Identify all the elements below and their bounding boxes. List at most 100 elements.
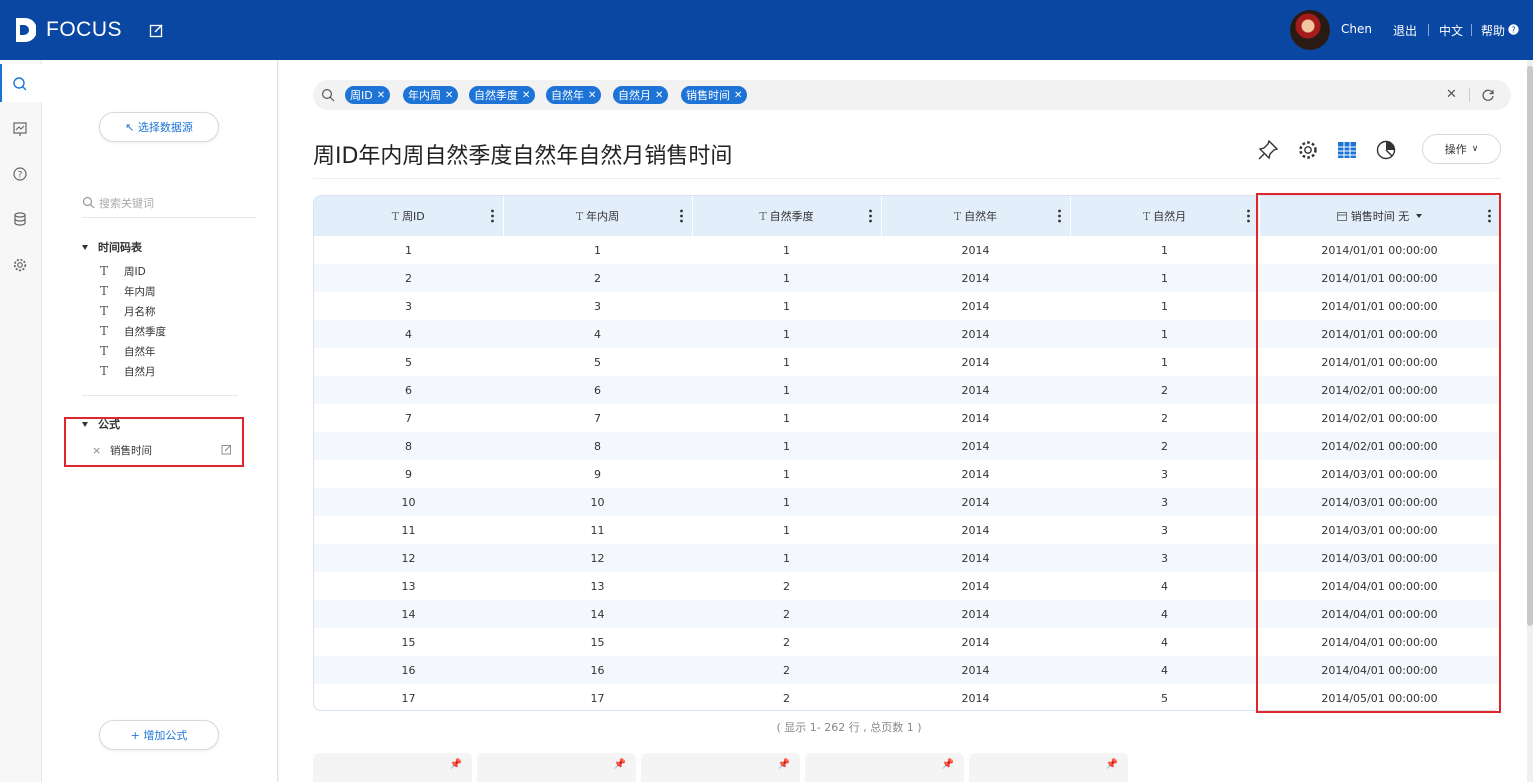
focus-logo[interactable]: FOCUS	[14, 16, 122, 44]
pin-icon[interactable]: 📌	[450, 759, 462, 770]
table-cell: 1	[783, 243, 790, 257]
field-item[interactable]: T 自然季度	[100, 323, 166, 339]
settings-icon[interactable]	[1297, 139, 1319, 161]
table-cell: 1	[692, 376, 881, 404]
search-chip[interactable]: 销售时间 ✕	[681, 86, 748, 104]
keyword-search[interactable]: 搜索关键词	[82, 188, 257, 218]
suggestion-card[interactable]: 📌	[477, 753, 636, 782]
suggestion-card[interactable]: 📌	[641, 753, 800, 782]
clear-search-icon[interactable]: ✕	[1446, 87, 1457, 102]
table-row: 9 9 1 2014 3 2014/03/01 00:00:00	[314, 460, 1500, 488]
search-chip[interactable]: 自然年 ✕	[546, 86, 602, 104]
pin-icon[interactable]	[1257, 139, 1279, 161]
close-icon[interactable]: ✕	[522, 90, 530, 101]
table-cell: 1	[1161, 243, 1168, 257]
column-header[interactable]: T 自然季度	[692, 196, 882, 236]
column-header[interactable]: T 周ID	[314, 196, 504, 236]
pin-icon[interactable]: 📌	[614, 759, 626, 770]
pin-icon[interactable]: 📌	[778, 759, 790, 770]
search-chip[interactable]: 自然季度 ✕	[469, 86, 536, 104]
column-header[interactable]: 销售时间 无	[1259, 196, 1500, 236]
column-header[interactable]: T 自然月	[1070, 196, 1260, 236]
language-link[interactable]: 中文	[1439, 22, 1463, 39]
search-icon[interactable]	[12, 76, 28, 92]
operations-label: 操作	[1444, 143, 1467, 156]
scrollbar[interactable]	[1527, 60, 1533, 782]
table-cell: 8	[314, 432, 503, 460]
suggestion-card[interactable]: 📌	[313, 753, 472, 782]
keyword-placeholder: 搜索关键词	[99, 196, 154, 210]
text-field-icon: T	[391, 209, 400, 223]
close-icon[interactable]: ✕	[655, 90, 663, 101]
table-cell: 1	[692, 320, 881, 348]
field-label: 自然季度	[124, 325, 166, 338]
suggestion-card[interactable]: 📌	[969, 753, 1128, 782]
table-cell: 2	[692, 600, 881, 628]
table-cell: 1	[692, 488, 881, 516]
user-name[interactable]: Chen	[1341, 22, 1372, 36]
column-label: 销售时间 无	[1350, 210, 1410, 223]
table-cell: 4	[314, 320, 503, 348]
dashboard-icon[interactable]	[12, 121, 28, 137]
refresh-icon[interactable]	[1481, 88, 1495, 102]
logout-link[interactable]: 退出	[1393, 22, 1417, 39]
column-menu-icon[interactable]	[1487, 209, 1491, 223]
close-icon[interactable]: ✕	[734, 90, 742, 101]
column-menu-icon[interactable]	[490, 209, 494, 223]
help-icon[interactable]: ?	[1508, 24, 1519, 35]
column-menu-icon[interactable]	[868, 209, 872, 223]
table-cell: 2014	[961, 579, 990, 593]
table-cell: 2	[1070, 432, 1259, 460]
operations-button[interactable]: 操作 ∨	[1422, 134, 1501, 164]
field-item[interactable]: T 自然年	[100, 343, 156, 359]
gear-icon[interactable]	[12, 257, 28, 273]
table-cell: 2	[783, 579, 790, 593]
table-cell: 3	[1161, 523, 1168, 537]
close-icon[interactable]: ✕	[377, 90, 385, 101]
table-cell: 1	[405, 243, 412, 257]
select-datasource-button[interactable]: ↖ 选择数据源	[99, 112, 219, 142]
table-cell: 16	[503, 656, 692, 684]
nav-divider	[1428, 24, 1429, 36]
text-field-icon: T	[953, 209, 962, 223]
help-link[interactable]: 帮助	[1481, 22, 1505, 39]
field-item[interactable]: T 年内周	[100, 283, 156, 299]
formula-highlight	[64, 417, 244, 467]
edit-icon[interactable]	[149, 23, 164, 38]
table-cell: 2014	[881, 656, 1070, 684]
field-item[interactable]: T 月名称	[100, 303, 156, 319]
table-section-header[interactable]: 时间码表	[82, 239, 142, 255]
close-icon[interactable]: ✕	[445, 90, 453, 101]
search-chip[interactable]: 周ID ✕	[345, 86, 391, 104]
suggestion-card[interactable]: 📌	[805, 753, 964, 782]
text-field-icon: T	[100, 364, 109, 378]
field-item[interactable]: T 周ID	[100, 263, 146, 279]
table-cell: 1	[783, 411, 790, 425]
close-icon[interactable]: ✕	[588, 90, 596, 101]
search-bar[interactable]: 周ID ✕ 年内周 ✕ 自然季度 ✕ 自然年 ✕ 自然月 ✕ 销售时间 ✕ ✕	[313, 80, 1511, 110]
scrollbar-thumb[interactable]	[1527, 66, 1533, 626]
table-cell: 2014/01/01 00:00:00	[1259, 264, 1500, 292]
table-view-icon[interactable]	[1336, 139, 1358, 161]
avatar[interactable]	[1290, 10, 1330, 50]
column-header[interactable]: T 年内周	[503, 196, 693, 236]
table-cell: 11	[401, 523, 416, 537]
help-circle-icon[interactable]: ?	[12, 166, 28, 182]
add-formula-button[interactable]: + 增加公式	[99, 720, 219, 750]
column-menu-icon[interactable]	[1057, 209, 1061, 223]
pin-icon[interactable]: 📌	[1106, 759, 1118, 770]
column-menu-icon[interactable]	[1246, 209, 1250, 223]
search-chip[interactable]: 自然月 ✕	[613, 86, 669, 104]
pin-icon[interactable]: 📌	[942, 759, 954, 770]
column-label: 周ID	[402, 210, 425, 223]
table-cell: 2014/03/01 00:00:00	[1259, 488, 1500, 516]
caret-down-icon[interactable]	[1416, 214, 1423, 218]
column-header[interactable]: T 自然年	[881, 196, 1071, 236]
column-menu-icon[interactable]	[679, 209, 683, 223]
database-icon[interactable]	[12, 211, 28, 227]
table-cell: 2014	[881, 432, 1070, 460]
pie-chart-icon[interactable]	[1375, 139, 1397, 161]
search-chip[interactable]: 年内周 ✕	[403, 86, 459, 104]
table-name: 时间码表	[98, 241, 142, 254]
field-item[interactable]: T 自然月	[100, 363, 156, 379]
